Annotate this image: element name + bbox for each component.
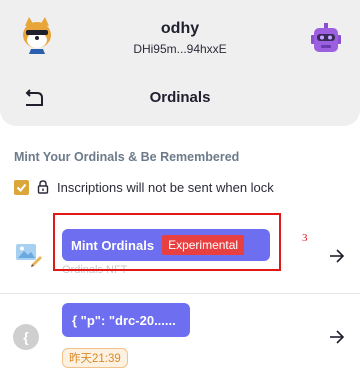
image-edit-icon <box>16 244 42 267</box>
lock-option-row: Inscriptions will not be sent when lock <box>14 178 274 196</box>
drc20-inscription-button[interactable]: { "p": "drc-20...... <box>62 303 190 337</box>
page-title: Ordinals <box>149 89 211 106</box>
timestamp-badge: 昨天21:39 <box>62 348 128 368</box>
lock-checkbox[interactable] <box>14 179 29 195</box>
section-title: Mint Your Ordinals & Be Remembered <box>14 150 240 164</box>
arrow-right-icon[interactable] <box>329 249 345 263</box>
svg-text:{: { <box>23 329 29 345</box>
arrow-right-icon[interactable] <box>329 330 345 344</box>
highlight-box <box>53 213 281 271</box>
lock-notice: Inscriptions will not be sent when lock <box>57 179 274 195</box>
drc20-inscription-label: { "p": "drc-20...... <box>72 312 176 328</box>
account-header: odhy DHi95m...94hxxE Ordinals <box>0 0 360 126</box>
robot-avatar-icon[interactable] <box>309 22 343 56</box>
divider <box>0 293 360 294</box>
lock-icon <box>37 180 49 194</box>
json-braces-icon: { <box>13 324 39 350</box>
account-address[interactable]: DHi95m...94hxxE <box>0 42 360 56</box>
checkmark-icon <box>16 183 27 192</box>
account-name: odhy <box>160 20 200 37</box>
annotation-number: 3 <box>302 232 308 244</box>
